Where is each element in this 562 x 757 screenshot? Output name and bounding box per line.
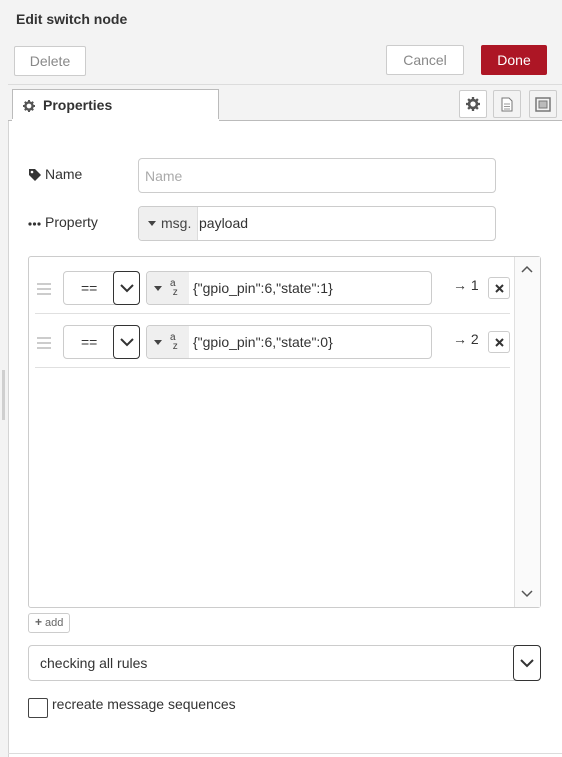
ellipsis-icon (28, 222, 41, 226)
drag-handle-icon[interactable] (37, 283, 51, 295)
value-type-select[interactable]: a z (147, 326, 189, 358)
operator-select[interactable]: == (63, 325, 140, 359)
output-port-label: → 2 (453, 331, 479, 347)
cancel-button[interactable]: Cancel (386, 45, 464, 75)
property-type-prefix: msg. (161, 215, 192, 231)
done-button[interactable]: Done (481, 45, 547, 75)
rule-row: == a z {"gpio_pin":6,"state":1} → 1 (35, 261, 510, 314)
caret-down-icon (154, 340, 162, 345)
tab-settings[interactable] (459, 90, 487, 118)
scrollbar[interactable] (514, 257, 540, 607)
caret-down-icon (148, 221, 156, 226)
scroll-down-icon[interactable] (515, 582, 540, 607)
tab-appearance[interactable] (529, 90, 557, 118)
rule-value-input[interactable]: a z {"gpio_pin":6,"state":0} (146, 325, 432, 359)
check-mode-value: checking all rules (40, 655, 148, 671)
tab-active-indicator (12, 119, 219, 121)
tab-properties[interactable]: Properties (12, 89, 219, 120)
resize-handle[interactable] (2, 370, 5, 420)
name-field[interactable] (138, 158, 496, 193)
gear-icon (23, 99, 35, 112)
check-mode-select[interactable]: checking all rules (28, 645, 541, 681)
add-rule-label: add (45, 617, 64, 629)
operator-select[interactable]: == (63, 271, 140, 305)
rule-value[interactable]: {"gpio_pin":6,"state":1} (193, 280, 333, 296)
chevron-down-icon[interactable] (513, 645, 541, 681)
close-icon (495, 284, 504, 293)
divider (8, 753, 562, 754)
add-rule-button[interactable]: + add (28, 613, 70, 633)
recreate-sequences-checkbox[interactable] (28, 698, 48, 718)
gear-icon (466, 97, 480, 111)
rules-list: == a z {"gpio_pin":6,"state":1} → 1 == a… (28, 256, 541, 608)
output-port-label: → 1 (453, 277, 479, 293)
value-type-select[interactable]: a z (147, 272, 189, 304)
chevron-down-icon[interactable] (113, 271, 140, 305)
string-type-icon: a z (170, 332, 178, 352)
tray-title: Edit switch node (16, 11, 128, 27)
scroll-up-icon[interactable] (515, 257, 540, 282)
tag-icon (29, 169, 41, 181)
tab-description[interactable] (493, 90, 521, 118)
tray-toolbar: Delete Cancel Done (8, 38, 562, 85)
recreate-sequences-label: recreate message sequences (52, 696, 236, 712)
caret-down-icon (154, 286, 162, 291)
operator-value: == (81, 280, 98, 296)
tray-header: Edit switch node (8, 0, 562, 39)
property-type-select[interactable]: msg. (139, 207, 198, 240)
property-label-text: Property (45, 214, 98, 230)
operator-value: == (81, 334, 98, 350)
name-label-text: Name (45, 166, 83, 182)
chevron-down-icon[interactable] (113, 325, 140, 359)
remove-rule-button[interactable] (488, 277, 510, 299)
description-icon (501, 97, 513, 112)
rule-value[interactable]: {"gpio_pin":6,"state":0} (193, 334, 333, 350)
appearance-icon (535, 97, 551, 112)
remove-rule-button[interactable] (488, 331, 510, 353)
property-input[interactable]: msg. payload (138, 206, 496, 241)
drag-handle-icon[interactable] (37, 337, 51, 349)
rule-row: == a z {"gpio_pin":6,"state":0} → 2 (35, 315, 510, 368)
string-type-icon: a z (170, 278, 178, 298)
rule-value-input[interactable]: a z {"gpio_pin":6,"state":1} (146, 271, 432, 305)
delete-button[interactable]: Delete (14, 46, 86, 76)
left-gutter (0, 0, 8, 757)
property-value[interactable]: payload (199, 215, 248, 231)
tab-properties-label: Properties (43, 97, 113, 113)
plus-icon: + (35, 615, 43, 629)
tab-bar: Properties (8, 85, 562, 121)
close-icon (495, 338, 504, 347)
